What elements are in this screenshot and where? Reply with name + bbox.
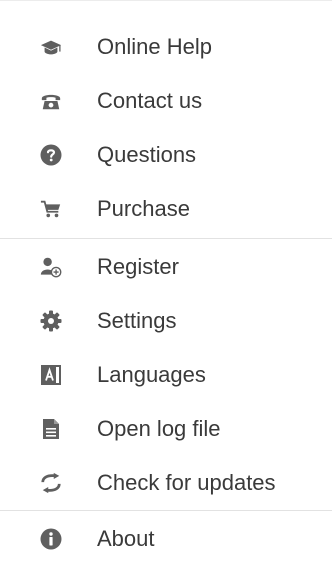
menu-item-purchase[interactable]: Purchase: [0, 182, 332, 236]
menu-item-questions[interactable]: Questions: [0, 128, 332, 182]
menu-item-label: Online Help: [97, 34, 212, 59]
menu-item-check-for-updates[interactable]: Check for updates: [0, 456, 332, 510]
refresh-icon: [40, 472, 62, 494]
question-circle-icon: [40, 144, 62, 166]
gear-icon: [40, 310, 62, 332]
info-circle-icon: [40, 528, 62, 550]
shopping-cart-icon: [40, 198, 62, 220]
menu-item-label: Register: [97, 254, 179, 279]
menu-divider: [0, 510, 332, 511]
document-icon: [40, 418, 62, 440]
menu-item-online-help[interactable]: Online Help: [0, 20, 332, 74]
help-menu: Online Help Contact us Questions Purchas…: [0, 0, 332, 575]
menu-top-border: [0, 0, 332, 5]
menu-item-settings[interactable]: Settings: [0, 294, 332, 348]
menu-item-label: Open log file: [97, 416, 221, 441]
menu-item-label: Contact us: [97, 88, 203, 113]
graduation-cap-icon: [40, 36, 62, 58]
user-add-icon: [40, 256, 62, 278]
language-icon: [40, 364, 62, 386]
menu-item-open-log-file[interactable]: Open log file: [0, 402, 332, 456]
menu-item-label: Languages: [97, 362, 206, 387]
menu-item-register[interactable]: Register: [0, 240, 332, 294]
menu-item-label: Questions: [97, 142, 197, 167]
menu-item-label: Check for updates: [97, 470, 276, 495]
menu-item-languages[interactable]: Languages: [0, 348, 332, 402]
menu-item-label: Settings: [97, 308, 177, 333]
menu-item-label: Purchase: [97, 196, 190, 221]
telephone-icon: [40, 90, 62, 112]
menu-item-label: About: [97, 526, 155, 551]
menu-divider: [0, 238, 332, 239]
menu-item-contact-us[interactable]: Contact us: [0, 74, 332, 128]
menu-item-about[interactable]: About: [0, 512, 332, 566]
